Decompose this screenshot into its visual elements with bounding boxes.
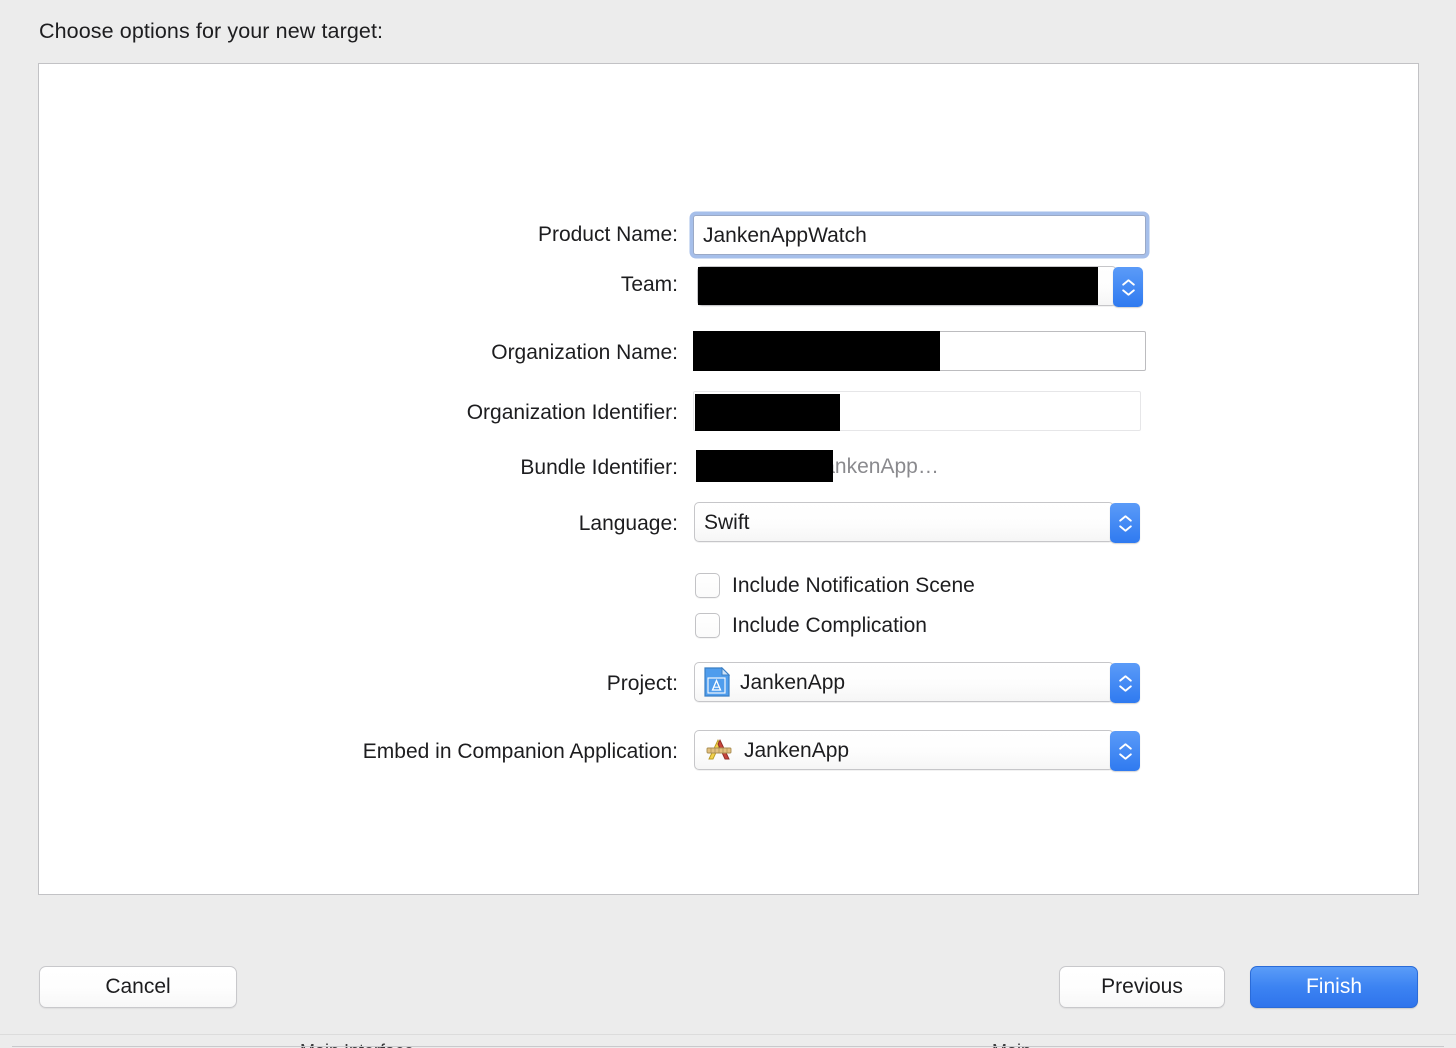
organization-identifier-label: Organization Identifier: bbox=[466, 401, 678, 424]
chevron-down-icon bbox=[1118, 752, 1132, 760]
product-name-label: Product Name: bbox=[537, 223, 678, 246]
field-row-team: Team: bbox=[0, 266, 1160, 310]
embed-label-wrap: Embed in Companion Application: bbox=[0, 741, 678, 763]
previous-button[interactable]: Previous bbox=[1059, 966, 1225, 1008]
organization-name-label: Organization Name: bbox=[491, 341, 678, 364]
finish-button[interactable]: Finish bbox=[1250, 966, 1418, 1008]
project-label-wrap: Project: bbox=[0, 673, 678, 695]
organization-identifier-redaction-bar bbox=[695, 394, 840, 431]
embed-in-companion-application-label: Embed in Companion Application: bbox=[362, 740, 678, 763]
include-complication-label: Include Complication bbox=[732, 614, 927, 637]
language-value: Swift bbox=[704, 510, 750, 534]
organization-identifier-label-wrap: Organization Identifier: bbox=[0, 402, 678, 424]
field-row-product-name: Product Name: JankenAppWatch bbox=[0, 213, 1160, 257]
product-name-label-wrap: Product Name: bbox=[0, 224, 678, 246]
chevron-up-icon bbox=[1118, 674, 1132, 682]
project-value: JankenApp bbox=[740, 670, 846, 694]
xcode-project-document-icon bbox=[704, 667, 730, 697]
language-stepper[interactable] bbox=[1110, 503, 1140, 543]
organization-name-input[interactable] bbox=[693, 331, 1146, 371]
background-window-clipped-strip: Main Interface Main bbox=[0, 1034, 1456, 1048]
project-stepper[interactable] bbox=[1110, 663, 1140, 703]
team-label-wrap: Team: bbox=[0, 274, 678, 296]
chevron-up-icon bbox=[1121, 278, 1135, 286]
team-stepper[interactable] bbox=[1113, 267, 1143, 307]
team-redaction-bar bbox=[698, 267, 1098, 305]
sheet-heading: Choose options for your new target: bbox=[39, 19, 384, 43]
product-name-input[interactable]: JankenAppWatch bbox=[693, 215, 1146, 255]
field-row-organization-name: Organization Name: bbox=[0, 331, 1160, 375]
chevron-down-icon bbox=[1118, 684, 1132, 692]
chevron-up-icon bbox=[1118, 742, 1132, 750]
include-notification-scene-label: Include Notification Scene bbox=[732, 574, 975, 597]
field-row-organization-identifier: Organization Identifier: .JankenApp bbox=[0, 391, 1160, 435]
cancel-button[interactable]: Cancel bbox=[39, 966, 237, 1008]
background-clipped-text-right: Main bbox=[992, 1042, 1031, 1048]
team-popup-button[interactable] bbox=[697, 266, 1143, 307]
chevron-down-icon bbox=[1118, 524, 1132, 532]
include-notification-scene-checkbox[interactable] bbox=[695, 573, 720, 598]
team-label: Team: bbox=[620, 273, 678, 296]
include-complication-checkbox[interactable] bbox=[695, 613, 720, 638]
product-name-value: JankenAppWatch bbox=[703, 223, 867, 247]
language-label-wrap: Language: bbox=[0, 513, 678, 535]
new-target-options-sheet: Choose options for your new target: Prod… bbox=[0, 0, 1456, 1048]
chevron-down-icon bbox=[1121, 288, 1135, 296]
embed-in-companion-application-popup-button[interactable]: JankenApp bbox=[694, 730, 1140, 771]
strip-divider bbox=[0, 1034, 1456, 1035]
field-row-project: Project: JankenApp bbox=[0, 662, 1160, 706]
embed-in-companion-application-stepper[interactable] bbox=[1110, 731, 1140, 771]
field-row-language: Language: Swift bbox=[0, 502, 1160, 546]
project-label: Project: bbox=[606, 672, 678, 695]
bundle-identifier-label: Bundle Identifier: bbox=[520, 456, 678, 479]
include-notification-scene-row[interactable]: Include Notification Scene bbox=[695, 573, 975, 598]
language-label: Language: bbox=[578, 512, 678, 535]
field-row-embed-in-companion-application: Embed in Companion Application: JankenAp… bbox=[0, 730, 1160, 774]
organization-name-label-wrap: Organization Name: bbox=[0, 342, 678, 364]
xcode-app-icon bbox=[706, 738, 732, 760]
strip-inner-line bbox=[12, 1046, 1444, 1047]
field-row-bundle-identifier: Bundle Identifier: .JankenApp.JankenApp… bbox=[0, 446, 1160, 490]
bundle-identifier-redaction-bar bbox=[696, 450, 833, 482]
chevron-up-icon bbox=[1118, 514, 1132, 522]
organization-identifier-input[interactable]: .JankenApp bbox=[693, 391, 1141, 431]
language-popup-button[interactable]: Swift bbox=[694, 502, 1140, 543]
background-clipped-text-left: Main Interface bbox=[300, 1042, 414, 1048]
embed-in-companion-application-value: JankenApp bbox=[744, 738, 850, 762]
include-complication-row[interactable]: Include Complication bbox=[695, 613, 927, 638]
project-popup-button[interactable]: JankenApp bbox=[694, 662, 1140, 703]
organization-name-redaction-bar bbox=[693, 331, 940, 371]
bundle-identifier-label-wrap: Bundle Identifier: bbox=[0, 457, 678, 479]
